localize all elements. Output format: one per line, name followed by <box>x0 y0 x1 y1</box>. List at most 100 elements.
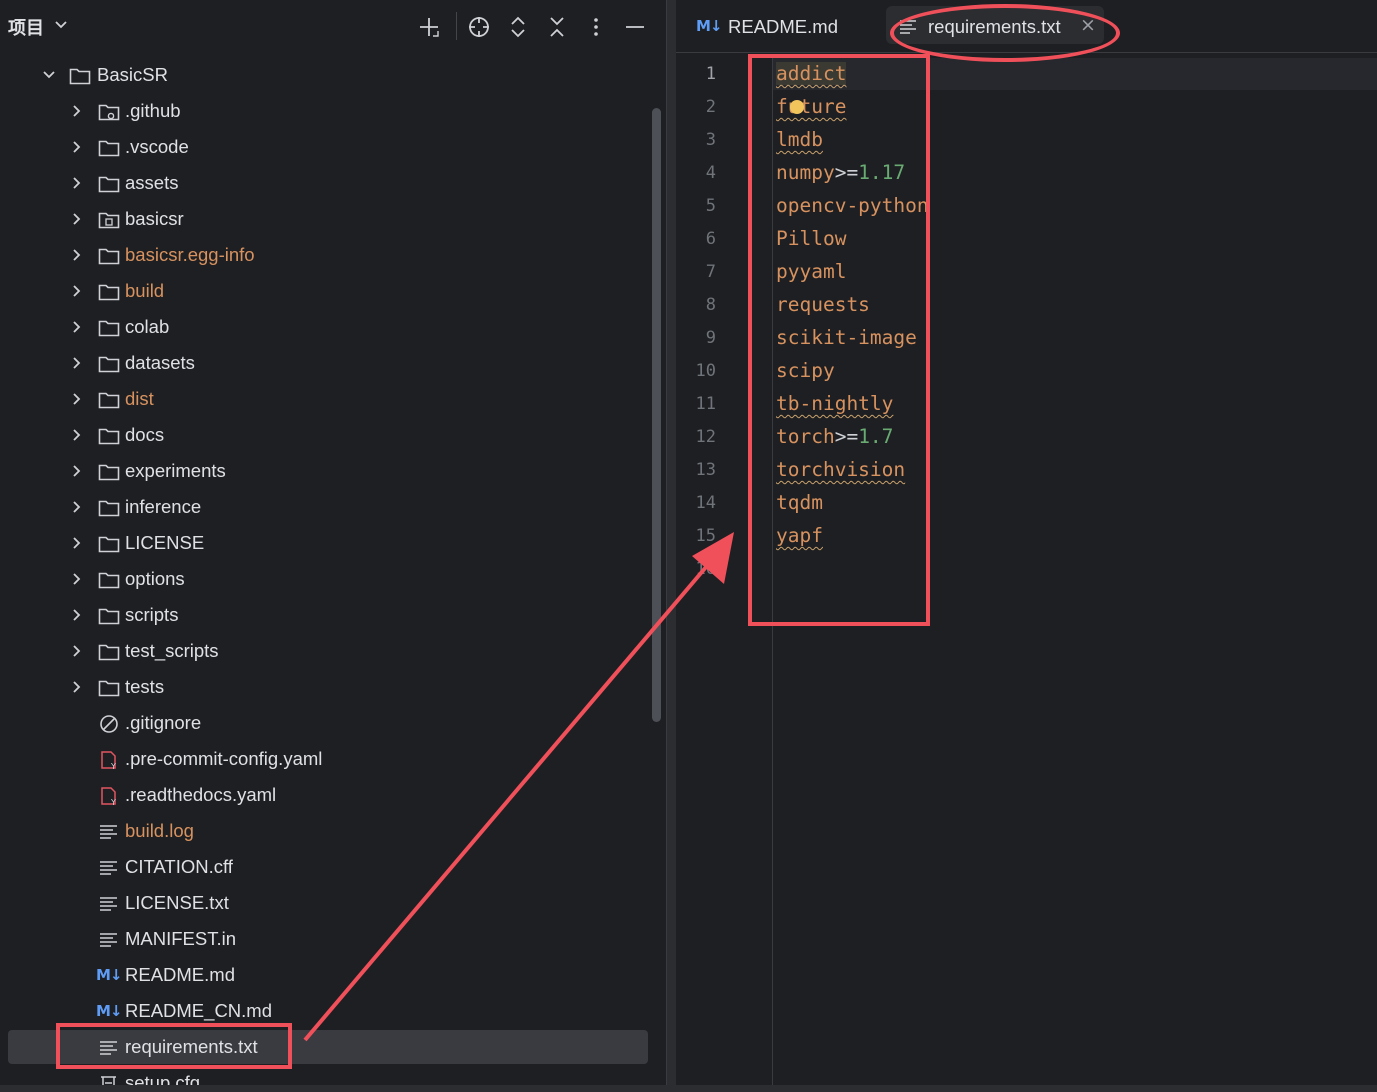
code-line[interactable]: opencv-python <box>776 194 929 217</box>
tab-readme[interactable]: M↓ README.md <box>696 6 856 46</box>
tree-row[interactable]: requirements.txt <box>0 1030 650 1066</box>
locate-icon[interactable] <box>464 12 494 42</box>
chevron-right-icon[interactable] <box>70 212 84 226</box>
lightbulb-icon[interactable] <box>790 100 804 114</box>
yaml-file-icon: Y <box>101 751 116 770</box>
tree-row[interactable]: LICENSE.txt <box>0 886 650 922</box>
chevron-right-icon[interactable] <box>70 464 84 478</box>
tree-row[interactable]: scripts <box>0 598 650 634</box>
chevron-right-icon[interactable] <box>70 356 84 370</box>
project-panel-header: 项目 <box>0 0 666 54</box>
folder-icon <box>98 392 120 409</box>
chevron-right-icon[interactable] <box>70 644 84 658</box>
tree-row[interactable]: basicsr <box>0 202 650 238</box>
code-line[interactable]: scipy <box>776 359 835 382</box>
line-number: 5 <box>705 196 716 216</box>
chevron-right-icon[interactable] <box>70 572 84 586</box>
more-icon[interactable] <box>581 12 611 42</box>
tree-row[interactable]: Y .pre-commit-config.yaml <box>0 742 650 778</box>
tree-row[interactable]: test_scripts <box>0 634 650 670</box>
tree-row[interactable]: .vscode <box>0 130 650 166</box>
code-line[interactable]: addict <box>776 62 847 85</box>
chevron-right-icon[interactable] <box>70 320 84 334</box>
tree-row[interactable]: docs <box>0 418 650 454</box>
tab-requirements[interactable]: requirements.txt × <box>886 6 1104 46</box>
folder-icon <box>98 284 120 301</box>
text-file-icon <box>100 825 117 839</box>
tree-item-label: build <box>125 280 165 301</box>
chevron-right-icon[interactable] <box>70 608 84 622</box>
code-line[interactable]: numpy>=1.17 <box>776 161 905 184</box>
tree-row[interactable]: M↓ README_CN.md <box>0 994 650 1030</box>
tree-row[interactable]: inference <box>0 490 650 526</box>
folder-icon <box>98 248 120 265</box>
tree-row-root[interactable]: BasicSR <box>0 58 650 94</box>
chevron-right-icon[interactable] <box>70 392 84 406</box>
add-icon[interactable] <box>414 12 444 42</box>
tree-row[interactable]: colab <box>0 310 650 346</box>
tree-row[interactable]: CITATION.cff <box>0 850 650 886</box>
line-number: 8 <box>705 295 716 315</box>
tree-row[interactable]: options <box>0 562 650 598</box>
chevron-right-icon[interactable] <box>70 140 84 154</box>
code-line[interactable]: lmdb <box>776 128 823 151</box>
markdown-icon: M↓ <box>96 966 122 984</box>
tree-row[interactable]: LICENSE <box>0 526 650 562</box>
line-number: 9 <box>705 328 716 348</box>
line-number: 2 <box>705 97 716 117</box>
tree-row[interactable]: tests <box>0 670 650 706</box>
project-panel-title[interactable]: 项目 <box>8 14 44 40</box>
code-line[interactable]: requests <box>776 293 870 316</box>
chevron-right-icon[interactable] <box>70 176 84 190</box>
code-line[interactable]: future <box>776 95 846 118</box>
tree-row[interactable]: experiments <box>0 454 650 490</box>
chevron-right-icon[interactable] <box>70 284 84 298</box>
tree-row[interactable]: .github <box>0 94 650 130</box>
tree-row[interactable]: setup.cfg <box>0 1066 650 1085</box>
tree-item-label: scripts <box>125 604 179 625</box>
editor-tab-bar: M↓ README.md requirements.txt × <box>676 0 1377 53</box>
version-number: 1.17 <box>858 161 906 184</box>
code-line[interactable]: Pillow <box>776 227 846 250</box>
code-line[interactable]: torch>=1.7 <box>776 425 893 448</box>
code-line[interactable]: torchvision <box>776 458 905 481</box>
project-scrollbar[interactable] <box>652 108 661 722</box>
tree-item-label: dist <box>125 388 154 409</box>
chevron-down-icon[interactable] <box>42 68 56 82</box>
tree-row[interactable]: Y .readthedocs.yaml <box>0 778 650 814</box>
code-line[interactable]: tb-nightly <box>776 392 893 415</box>
tree-row[interactable]: basicsr.egg-info <box>0 238 650 274</box>
tree-item-label: .pre-commit-config.yaml <box>125 748 323 769</box>
code-line[interactable]: pyyaml <box>776 260 846 283</box>
collapse-all-icon[interactable] <box>542 12 572 42</box>
expand-all-icon[interactable] <box>503 12 533 42</box>
folder-icon <box>98 644 120 661</box>
line-number: 16 <box>695 559 716 579</box>
code-line[interactable]: tqdm <box>776 491 823 514</box>
chevron-right-icon[interactable] <box>70 248 84 262</box>
chevron-right-icon[interactable] <box>70 428 84 442</box>
code-line[interactable]: yapf <box>776 524 823 547</box>
tree-row[interactable]: .gitignore <box>0 706 650 742</box>
tree-item-label: basicsr.egg-info <box>125 244 255 265</box>
folder-icon <box>98 356 120 373</box>
tree-row[interactable]: dist <box>0 382 650 418</box>
tree-row[interactable]: MANIFEST.in <box>0 922 650 958</box>
hide-icon[interactable] <box>620 12 650 42</box>
tree-row[interactable]: datasets <box>0 346 650 382</box>
tree-row[interactable]: M↓ README.md <box>0 958 650 994</box>
line-number: 11 <box>695 394 716 414</box>
chevron-right-icon[interactable] <box>70 104 84 118</box>
tree-row[interactable]: build.log <box>0 814 650 850</box>
chevron-right-icon[interactable] <box>70 500 84 514</box>
folder-icon <box>98 572 120 589</box>
chevron-right-icon[interactable] <box>70 680 84 694</box>
chevron-down-icon[interactable] <box>54 18 68 32</box>
code-line[interactable]: scikit-image <box>776 326 917 349</box>
tree-row[interactable]: build <box>0 274 650 310</box>
tree-row[interactable]: assets <box>0 166 650 202</box>
close-icon[interactable]: × <box>1080 14 1096 36</box>
line-number: 15 <box>695 526 716 546</box>
chevron-right-icon[interactable] <box>70 536 84 550</box>
tree-item-label: build.log <box>125 820 194 841</box>
